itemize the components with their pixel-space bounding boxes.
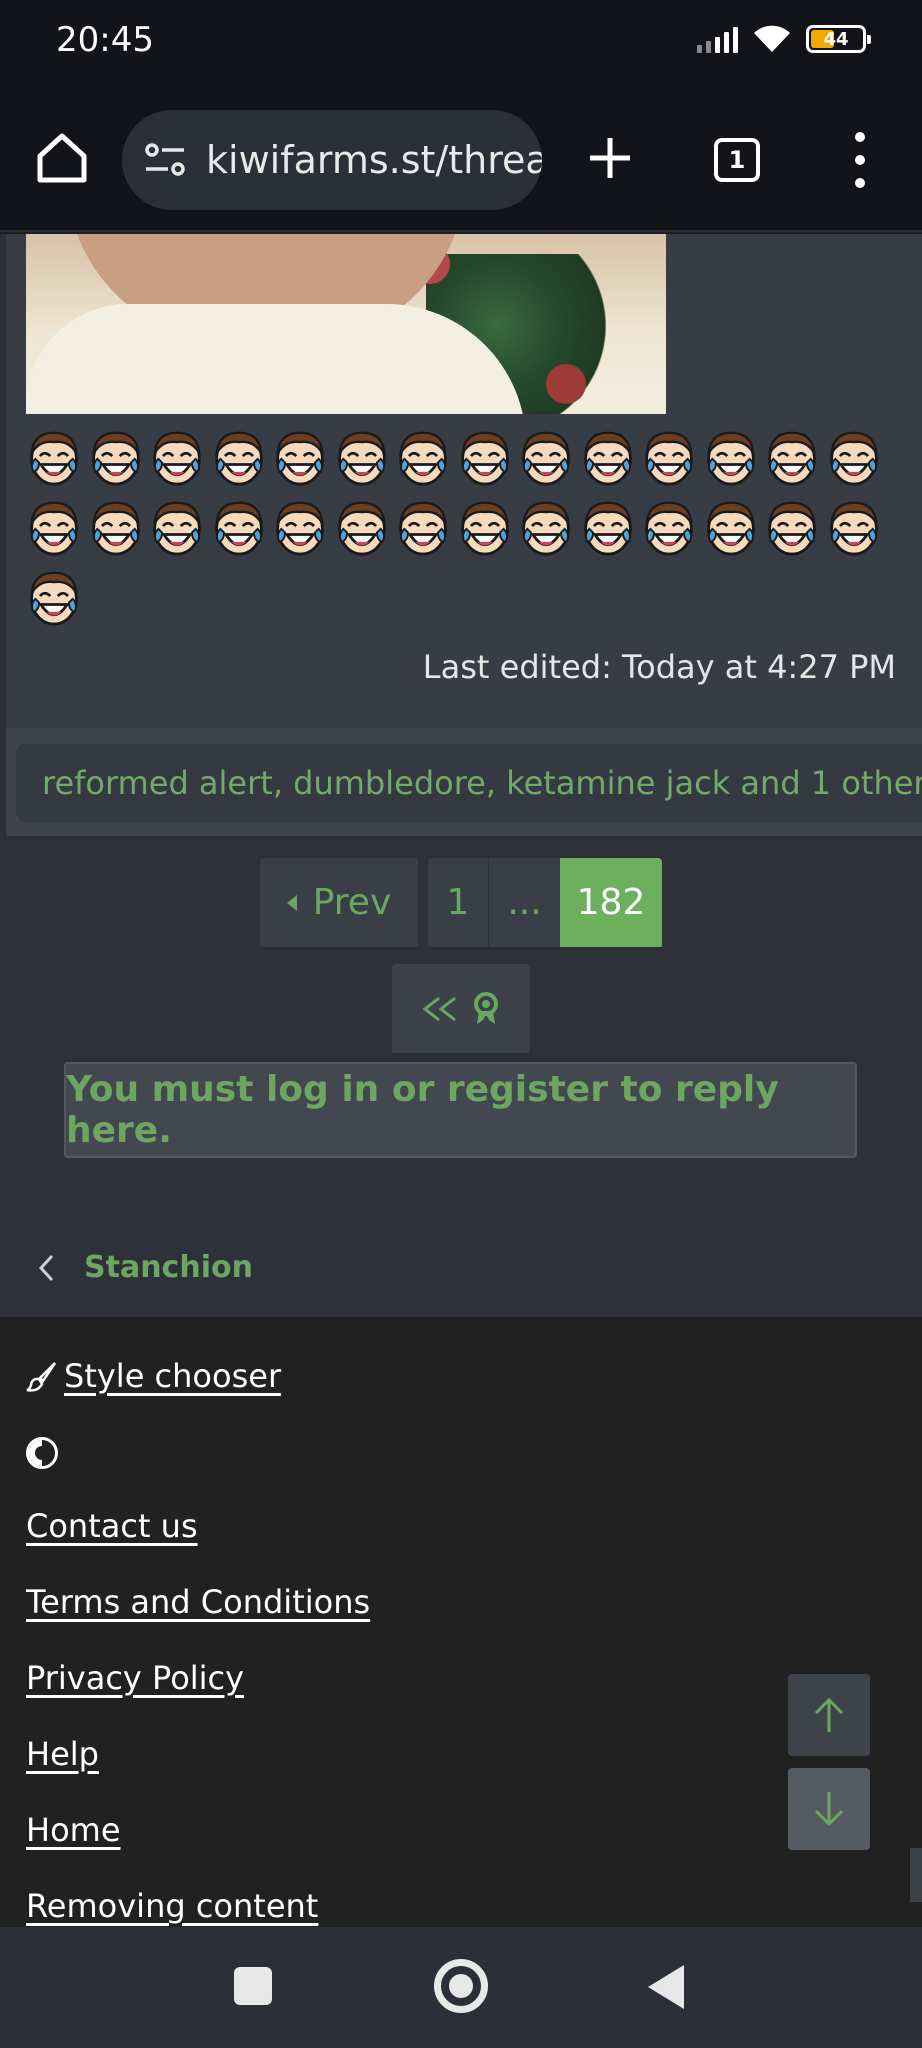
laughing-crying-face-icon: [88, 424, 150, 490]
scrollbar-thumb[interactable]: [910, 1848, 922, 1902]
laughing-crying-face-icon: [457, 494, 519, 560]
style-chooser-link[interactable]: Style chooser: [26, 1357, 281, 1395]
laughing-crying-face-icon: [272, 424, 334, 490]
arrow-down-icon: [814, 1792, 844, 1827]
laughing-crying-face-icon: [88, 494, 150, 560]
status-icons: 44: [697, 24, 871, 54]
pagination: Prev 1 ... 182: [260, 858, 662, 950]
reactions-bar: reformed alert, dumbledore, ketamine jac…: [6, 728, 922, 836]
laughing-crying-face-icon: [26, 564, 88, 630]
page-jump-button[interactable]: ...: [488, 858, 560, 950]
laughing-crying-face-icon: [26, 424, 88, 490]
laughing-crying-face-icon: [149, 494, 211, 560]
chevron-left-icon: [38, 1254, 54, 1281]
wifi-icon: [752, 24, 792, 54]
tab-switcher-button[interactable]: 1: [714, 138, 760, 182]
address-bar[interactable]: kiwifarms.st/threa: [122, 110, 542, 210]
laughing-crying-face-icon: [395, 424, 457, 490]
home-nav-button[interactable]: [434, 1959, 488, 2013]
system-nav-bar: [0, 1927, 922, 2048]
page-1-button[interactable]: 1: [428, 858, 488, 950]
rewind-button[interactable]: [392, 964, 530, 1056]
scroll-to-top-button[interactable]: [788, 1674, 870, 1756]
privacy-policy-link[interactable]: Privacy Policy: [26, 1659, 244, 1697]
signal-icon: [697, 25, 738, 53]
last-edited: Last edited: Today at 4:27 PM: [422, 648, 896, 686]
page-content: Last edited: Today at 4:27 PM reformed a…: [0, 234, 922, 1317]
laughing-crying-face-icon: [272, 494, 334, 560]
scroll-to-bottom-button[interactable]: [788, 1768, 870, 1850]
laughing-crying-face-icon: [518, 424, 580, 490]
contrast-icon[interactable]: [26, 1437, 58, 1469]
reactions-text[interactable]: reformed alert, dumbledore, ketamine jac…: [42, 764, 922, 802]
terms-link[interactable]: Terms and Conditions: [26, 1583, 370, 1621]
reaction-emoji-grid: [26, 424, 906, 630]
laughing-crying-face-icon: [334, 494, 396, 560]
current-page[interactable]: 182: [560, 858, 662, 950]
laughing-crying-face-icon: [334, 424, 396, 490]
laughing-crying-face-icon: [580, 494, 642, 560]
site-settings-icon[interactable]: [144, 142, 186, 178]
reactions-summary[interactable]: reformed alert, dumbledore, ketamine jac…: [16, 744, 922, 822]
laughing-crying-face-icon: [26, 494, 88, 560]
more-vert-icon[interactable]: [850, 132, 870, 188]
laughing-crying-face-icon: [518, 494, 580, 560]
url-text[interactable]: kiwifarms.st/threa: [206, 138, 542, 182]
recents-button[interactable]: [234, 1967, 272, 2005]
laughing-crying-face-icon: [641, 424, 703, 490]
laughing-crying-face-icon: [211, 424, 273, 490]
login-register-text[interactable]: You must log in or register to reply her…: [66, 1069, 855, 1151]
footer: Style chooser Contact us Terms and Condi…: [0, 1317, 922, 1927]
login-register-notice[interactable]: You must log in or register to reply her…: [64, 1062, 857, 1158]
laughing-crying-face-icon: [149, 424, 211, 490]
post-image[interactable]: [26, 234, 666, 414]
home-icon[interactable]: [32, 128, 92, 188]
paint-brush-icon: [26, 1362, 57, 1392]
home-link[interactable]: Home: [26, 1811, 121, 1849]
laughing-crying-face-icon: [703, 494, 765, 560]
browser-toolbar: kiwifarms.st/threa 1: [0, 84, 922, 232]
laughing-crying-face-icon: [395, 494, 457, 560]
laughing-crying-face-icon: [826, 424, 888, 490]
laughing-crying-face-icon: [641, 494, 703, 560]
breadcrumb[interactable]: Stanchion: [36, 1250, 253, 1285]
prev-label: Prev: [312, 882, 392, 923]
help-link[interactable]: Help: [26, 1735, 99, 1773]
laughing-crying-face-icon: [703, 424, 765, 490]
laughing-crying-face-icon: [764, 424, 826, 490]
status-bar: 20:45 44: [0, 0, 922, 84]
contact-us-link[interactable]: Contact us: [26, 1507, 198, 1545]
laughing-crying-face-icon: [580, 424, 642, 490]
laughing-crying-face-icon: [826, 494, 888, 560]
laughing-crying-face-icon: [457, 424, 519, 490]
removing-content-link[interactable]: Removing content: [26, 1887, 318, 1925]
prev-page-button[interactable]: Prev: [260, 858, 418, 950]
laughing-crying-face-icon: [211, 494, 273, 560]
arrow-up-icon: [814, 1697, 844, 1732]
style-chooser-label[interactable]: Style chooser: [64, 1357, 281, 1395]
plus-icon[interactable]: [584, 128, 636, 188]
battery-icon: 44: [806, 25, 871, 53]
breadcrumb-label[interactable]: Stanchion: [84, 1250, 253, 1285]
rewind-icon: [422, 996, 456, 1021]
page-numbers: 1 ... 182: [428, 858, 662, 950]
laughing-crying-face-icon: [764, 494, 826, 560]
award-ribbon-icon: [474, 991, 498, 1024]
chevron-left-icon: [286, 894, 297, 911]
status-time: 20:45: [56, 20, 154, 60]
battery-level: 44: [823, 28, 849, 50]
back-button[interactable]: [648, 1965, 684, 2009]
